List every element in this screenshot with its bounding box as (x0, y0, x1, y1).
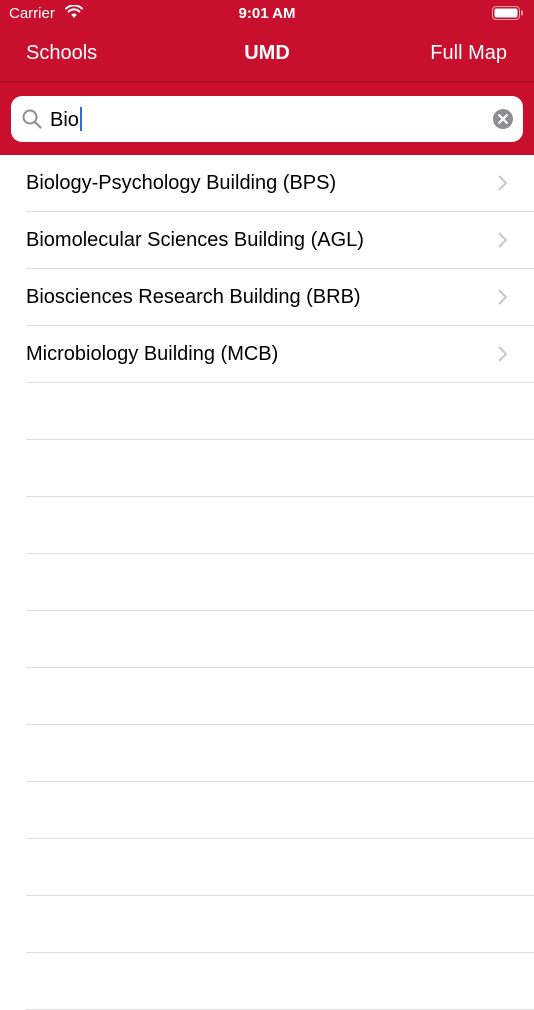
empty-row (0, 725, 534, 782)
empty-row (0, 497, 534, 554)
text-caret (79, 107, 82, 131)
list-item-label: Biosciences Research Building (BRB) (26, 286, 361, 308)
empty-row (0, 554, 534, 611)
search-input-value: Bio (50, 109, 79, 131)
chevron-right-icon (498, 289, 507, 305)
list-item[interactable]: Biology-Psychology Building (BPS) (0, 155, 534, 212)
empty-row (0, 896, 534, 953)
navigation-bar: Schools UMD Full Map (0, 28, 534, 82)
search-icon (22, 109, 42, 129)
results-list: Biology-Psychology Building (BPS) Biomol… (0, 155, 534, 1010)
list-item-label: Biology-Psychology Building (BPS) (26, 172, 337, 194)
status-bar: Carrier 9:01 AM (0, 0, 534, 28)
clear-icon[interactable] (492, 108, 514, 130)
empty-row (0, 839, 534, 896)
battery-icon (492, 6, 523, 20)
search-field[interactable]: Bio (11, 96, 523, 142)
list-item[interactable]: Microbiology Building (MCB) (0, 326, 534, 383)
empty-row (0, 611, 534, 668)
search-input[interactable]: Bio (50, 107, 82, 132)
empty-row (0, 782, 534, 839)
empty-row (0, 953, 534, 1010)
chevron-right-icon (498, 175, 507, 191)
chevron-right-icon (498, 346, 507, 362)
empty-row (0, 383, 534, 440)
full-map-button[interactable]: Full Map (430, 42, 507, 65)
list-item[interactable]: Biosciences Research Building (BRB) (0, 269, 534, 326)
header: Carrier 9:01 AM Schools UMD Full Map Bio (0, 0, 534, 155)
status-time: 9:01 AM (238, 5, 296, 22)
empty-row (0, 668, 534, 725)
list-item-label: Microbiology Building (MCB) (26, 343, 279, 365)
list-item-label: Biomolecular Sciences Building (AGL) (26, 229, 364, 251)
list-item[interactable]: Biomolecular Sciences Building (AGL) (0, 212, 534, 269)
empty-row (0, 440, 534, 497)
chevron-right-icon (498, 232, 507, 248)
